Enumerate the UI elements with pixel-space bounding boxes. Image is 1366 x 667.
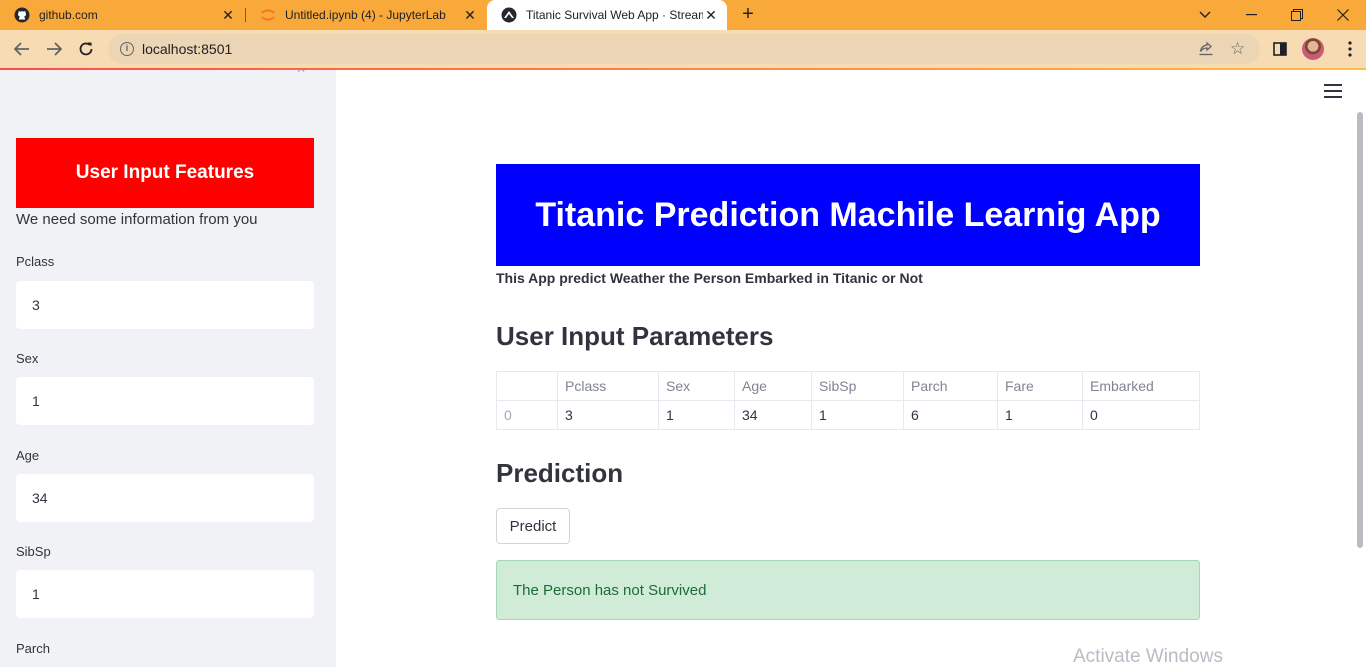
column-header[interactable]: Fare (997, 371, 1083, 401)
parch-label: Parch (16, 641, 50, 656)
restore-icon[interactable] (1274, 0, 1320, 30)
site-info-icon[interactable]: i (120, 42, 134, 56)
address-bar[interactable]: i localhost:8501 ☆ (108, 34, 1260, 64)
streamlit-icon (501, 7, 517, 23)
close-icon[interactable]: ✕ (220, 7, 236, 24)
table-cell: 1 (811, 400, 904, 430)
row-index: 0 (496, 400, 558, 430)
tab-title: Titanic Survival Web App · Stream (526, 8, 703, 22)
table-header-row: Pclass Sex Age SibSp Parch Fare Embarked (496, 371, 1200, 401)
browser-tab-strip: github.com ✕ Untitled.ipynb (4) - Jupyte… (0, 0, 1366, 30)
column-header[interactable]: Sex (658, 371, 735, 401)
table-cell: 34 (734, 400, 812, 430)
app-menu-icon[interactable] (1324, 84, 1342, 100)
column-header[interactable]: SibSp (811, 371, 904, 401)
prediction-heading: Prediction (496, 458, 624, 488)
close-icon[interactable]: ✕ (703, 7, 719, 24)
github-icon (14, 7, 30, 23)
app-title-banner: Titanic Prediction Machile Learnig App (496, 164, 1200, 266)
column-header[interactable]: Embarked (1082, 371, 1200, 401)
pclass-label: Pclass (16, 254, 55, 269)
table-cell: 1 (997, 400, 1083, 430)
tab-title: github.com (39, 8, 98, 22)
tab-streamlit-app[interactable]: Titanic Survival Web App · Stream ✕ (487, 0, 727, 30)
prediction-result-alert: The Person has not Survived (496, 560, 1200, 620)
minimize-icon[interactable] (1228, 0, 1274, 30)
predict-button[interactable]: Predict (496, 508, 570, 544)
url-text: localhost:8501 (142, 41, 233, 57)
column-header[interactable]: Pclass (557, 371, 659, 401)
close-window-icon[interactable] (1320, 0, 1366, 30)
back-icon[interactable] (11, 38, 33, 60)
forward-icon[interactable] (43, 38, 65, 60)
sibsp-label: SibSp (16, 544, 51, 559)
table-row: 0 3 1 34 1 6 1 0 (496, 400, 1200, 430)
side-panel-icon[interactable] (1270, 39, 1290, 59)
profile-avatar[interactable] (1302, 38, 1324, 60)
browser-toolbar: i localhost:8501 ☆ (0, 30, 1366, 68)
browser-menu-icon[interactable] (1340, 39, 1360, 59)
table-cell: 3 (557, 400, 659, 430)
table-cell: 0 (1082, 400, 1200, 430)
age-input[interactable] (16, 474, 314, 522)
sex-input[interactable] (16, 377, 314, 425)
new-tab-icon[interactable]: + (738, 4, 758, 24)
sidebar-caption: We need some information from you (16, 211, 258, 228)
column-header[interactable]: Parch (903, 371, 998, 401)
close-icon[interactable]: ✕ (462, 7, 478, 24)
params-heading: User Input Parameters (496, 321, 774, 351)
app-description: This App predict Weather the Person Emba… (496, 270, 923, 286)
column-header[interactable]: Age (734, 371, 812, 401)
tab-title: Untitled.ipynb (4) - JupyterLab (285, 8, 446, 22)
column-header[interactable] (496, 371, 558, 401)
sibsp-input[interactable] (16, 570, 314, 618)
sidebar-header: User Input Features (16, 138, 314, 208)
sex-label: Sex (16, 351, 39, 366)
reload-icon[interactable] (75, 38, 97, 60)
page-scrollbar[interactable] (1357, 112, 1363, 548)
tab-github[interactable]: github.com ✕ (0, 0, 244, 30)
sidebar: ✕ User Input Features We need some infor… (0, 70, 336, 667)
table-cell: 1 (658, 400, 735, 430)
windows-activation-watermark: Activate Windows (1073, 646, 1223, 667)
share-icon[interactable] (1198, 40, 1216, 58)
pclass-input[interactable] (16, 281, 314, 329)
close-sidebar-icon[interactable]: ✕ (296, 70, 306, 76)
age-label: Age (16, 448, 40, 463)
bookmark-star-icon[interactable]: ☆ (1230, 39, 1248, 58)
tab-search-chevron-icon[interactable] (1182, 0, 1228, 30)
tab-jupyterlab[interactable]: Untitled.ipynb (4) - JupyterLab ✕ (246, 0, 486, 30)
prediction-result-text: The Person has not Survived (513, 581, 707, 599)
table-cell: 6 (903, 400, 998, 430)
input-parameters-table: Pclass Sex Age SibSp Parch Fare Embarked… (496, 371, 1200, 430)
jupyter-icon (261, 9, 275, 21)
